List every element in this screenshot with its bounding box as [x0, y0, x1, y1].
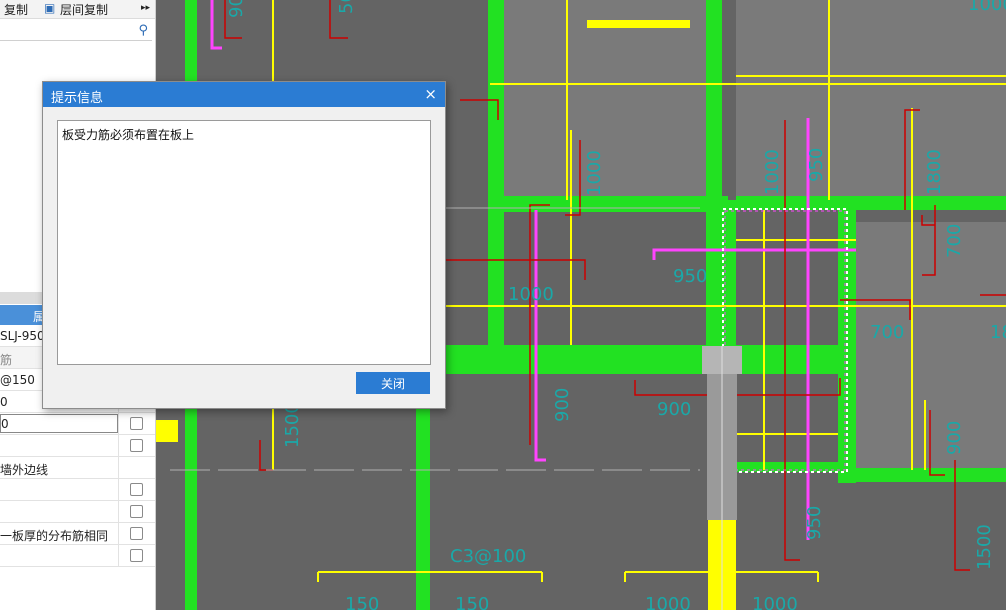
cad-label: 1000 [508, 284, 554, 305]
dialog-title: 提示信息 [51, 91, 104, 106]
cad-label: 1000 [752, 594, 798, 610]
slab [504, 0, 706, 196]
property-row[interactable]: 0 [0, 413, 155, 435]
close-button[interactable]: 关闭 [356, 372, 430, 394]
property-checkbox[interactable] [130, 439, 143, 452]
property-checkbox[interactable] [130, 527, 143, 540]
property-value: 0 [0, 395, 8, 409]
beam [736, 196, 1006, 210]
copy-button[interactable]: 复制 [4, 1, 28, 18]
property-checkbox[interactable] [130, 505, 143, 518]
floor-copy-icon[interactable]: ▣ [44, 1, 55, 15]
cad-label: 1800 [990, 322, 1006, 343]
column-divider [118, 545, 119, 566]
beam [430, 345, 840, 361]
property-value: 一板厚的分布筋相同 [0, 529, 109, 543]
property-checkbox[interactable] [130, 417, 143, 430]
beam [706, 0, 722, 350]
column-divider [118, 501, 119, 522]
property-value: SLJ-950 [0, 329, 45, 343]
property-row[interactable] [0, 435, 155, 457]
cad-label: C3@100 [450, 546, 526, 567]
cad-label: 500 [336, 0, 357, 14]
dialog-message: 板受力筋必须布置在板上 [62, 128, 195, 142]
cad-label: 1000 [584, 150, 605, 196]
beam [488, 0, 504, 370]
property-value-editor[interactable]: 0 [0, 414, 118, 433]
cad-label: 150 [345, 594, 379, 610]
property-value: 0 [1, 417, 9, 431]
rebar-block [156, 420, 178, 442]
cad-label: 950 [673, 266, 707, 287]
cad-label: 900 [226, 0, 247, 18]
more-button[interactable]: ▸▸ [141, 3, 150, 13]
search-input[interactable]: ⚲ [0, 22, 152, 41]
property-row[interactable] [0, 479, 155, 501]
cad-label: 900 [944, 421, 965, 455]
beam [430, 360, 840, 374]
dialog-titlebar[interactable]: 提示信息 × [43, 82, 445, 107]
column-divider [118, 523, 119, 544]
toolbar: 复制 ▣ 层间复制 ▸▸ [0, 0, 155, 19]
cad-label: 1500 [974, 524, 995, 570]
property-value: 墙外边线 [0, 463, 49, 477]
cad-label: 950 [804, 506, 825, 540]
column-divider [118, 457, 119, 478]
info-dialog: 提示信息 × 板受力筋必须布置在板上 关闭 [42, 81, 446, 409]
rebar-bar [587, 20, 690, 28]
cad-label: 700 [870, 322, 904, 343]
column-divider [118, 413, 119, 434]
close-icon[interactable]: × [424, 85, 437, 103]
cad-label: 700 [944, 224, 965, 258]
property-value: 筋 [0, 353, 13, 367]
cad-label: 1500 [282, 402, 303, 448]
cad-label: 1000 [762, 149, 783, 195]
cad-label: 950 [806, 148, 827, 182]
property-row[interactable]: 一板厚的分布筋相同 [0, 523, 155, 545]
search-icon[interactable]: ⚲ [138, 23, 148, 38]
property-value: @150 [0, 373, 35, 387]
property-checkbox[interactable] [130, 549, 143, 562]
property-checkbox[interactable] [130, 483, 143, 496]
column-divider [118, 435, 119, 456]
property-row[interactable] [0, 501, 155, 523]
property-row[interactable]: 墙外边线 [0, 457, 155, 479]
beam [488, 196, 728, 212]
cad-label: 900 [552, 388, 573, 422]
cad-label: 900 [657, 399, 691, 420]
column-divider [118, 479, 119, 500]
property-row[interactable] [0, 545, 155, 567]
slab [856, 222, 1006, 468]
beam [838, 468, 1006, 482]
cad-label: 150 [455, 594, 489, 610]
cad-label: 1800 [924, 149, 945, 195]
floor-copy-button[interactable]: 层间复制 [60, 1, 108, 18]
cad-label: 1000 [645, 594, 691, 610]
dialog-message-box: 板受力筋必须布置在板上 [57, 120, 431, 365]
cad-label: 1000 [968, 0, 1006, 15]
